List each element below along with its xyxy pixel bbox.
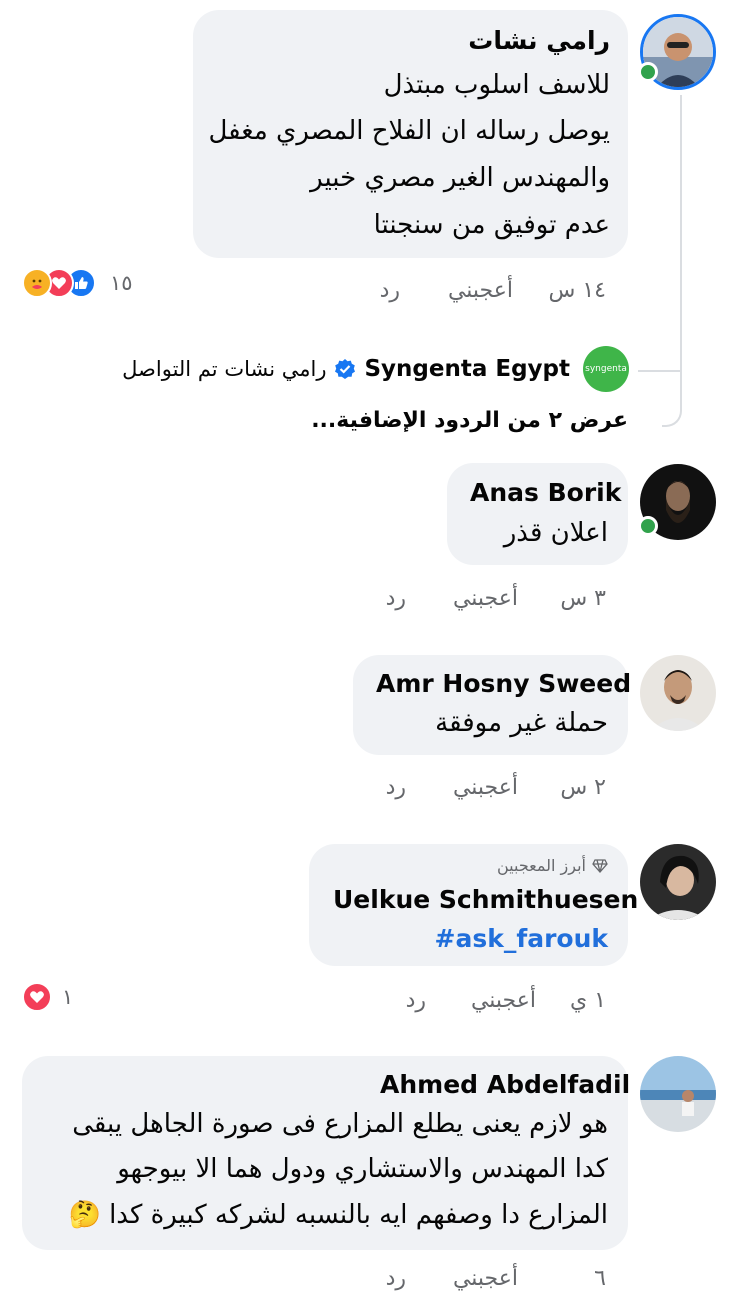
- diamond-icon: [592, 858, 608, 873]
- comment-author[interactable]: Ahmed Abdelfadil: [380, 1070, 630, 1099]
- avatar[interactable]: [640, 1056, 716, 1132]
- like-button[interactable]: أعجبني: [471, 988, 536, 1013]
- like-button[interactable]: أعجبني: [453, 775, 518, 800]
- view-more-replies[interactable]: عرض ٢ من الردود الإضافية...: [311, 408, 628, 433]
- comment-time: ٣ س: [560, 586, 606, 611]
- reaction-summary[interactable]: ١٥: [22, 268, 133, 298]
- reply-button[interactable]: رد: [386, 1266, 406, 1291]
- comment-time: ١ ي: [569, 988, 606, 1013]
- thread-branch: [638, 330, 680, 372]
- comment-time: ٦: [594, 1266, 606, 1291]
- comment-author[interactable]: Uelkue Schmithuesen: [333, 885, 638, 914]
- badge-label: أبرز المعجبين: [497, 856, 586, 875]
- comment-text: هو لازم يعنى يطلع المزارع فى صورة الجاهل…: [72, 1109, 608, 1139]
- top-fan-badge: أبرز المعجبين: [497, 856, 608, 875]
- comment-author[interactable]: Anas Borik: [470, 478, 621, 507]
- comment-text: اعلان قذر: [503, 518, 608, 548]
- comment-time: ٢ س: [560, 775, 606, 800]
- verified-icon: [334, 358, 356, 380]
- comment-text: حملة غير موفقة: [435, 708, 608, 738]
- avatar[interactable]: [640, 655, 716, 731]
- avatar[interactable]: [640, 844, 716, 920]
- like-button[interactable]: أعجبني: [448, 278, 513, 303]
- reaction-count: ١٥: [110, 271, 133, 295]
- like-button[interactable]: أعجبني: [453, 1266, 518, 1291]
- comment-text: عدم توفيق من سنجنتا: [373, 210, 610, 240]
- reaction-count: ١: [62, 985, 74, 1009]
- comment-text: كدا المهندس والاستشاري ودول هما الا بيوج…: [117, 1154, 608, 1184]
- like-button[interactable]: أعجبني: [453, 586, 518, 611]
- comment-time: ١٤ س: [548, 278, 607, 303]
- comment-text: يوصل رساله ان الفلاح المصري مغفل: [208, 116, 610, 146]
- online-indicator: [638, 516, 658, 536]
- reply-preview[interactable]: Syngenta Egypt رامي نشات تم التواصل: [122, 356, 570, 382]
- reaction-summary[interactable]: ١: [22, 982, 73, 1012]
- comment-text: والمهندس الغير مصري خبير: [310, 163, 610, 193]
- reply-button[interactable]: رد: [386, 586, 406, 611]
- hashtag-link[interactable]: #ask_farouk: [435, 924, 609, 953]
- comment-author[interactable]: Amr Hosny Sweed: [376, 669, 631, 698]
- online-indicator: [638, 62, 658, 82]
- love-reaction-icon: [22, 982, 52, 1012]
- reply-button[interactable]: رد: [406, 988, 426, 1013]
- care-reaction-icon: [22, 268, 52, 298]
- syngenta-logo: syngenta: [585, 364, 627, 374]
- reply-button[interactable]: رد: [386, 775, 406, 800]
- comment-author[interactable]: رامي نشات: [468, 26, 610, 55]
- thread-line: [662, 95, 682, 427]
- page-avatar[interactable]: syngenta: [583, 346, 629, 392]
- reply-text: رامي نشات تم التواصل: [122, 357, 327, 381]
- reply-author[interactable]: Syngenta Egypt: [364, 356, 570, 382]
- comment-text: المزارع دا وصفهم ايه بالنسبه لشركه كبيرة…: [68, 1200, 608, 1230]
- comment-text: للاسف اسلوب مبتذل: [383, 70, 610, 100]
- reply-button[interactable]: رد: [380, 278, 400, 303]
